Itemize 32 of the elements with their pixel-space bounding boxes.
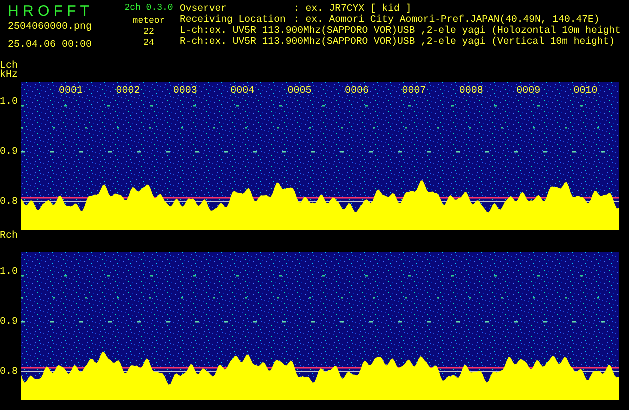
time-label: 0007: [402, 86, 426, 97]
axis-tick-label: 1.0: [0, 98, 20, 108]
unit-label: kHz: [0, 71, 20, 80]
count-label: meteor: [132, 16, 166, 27]
time-label: 0008: [459, 86, 484, 97]
axis-tick-label: 0.8: [0, 368, 20, 378]
channel-info: L-ch:ex. UV5R 113.900Mhz(SAPPORO VOR)USB ,2-ele yagi (Holozontal 10m height: [180, 25, 621, 36]
channel-info: R-ch:ex. UV5R 113.900Mhz(SAPPORO VOR)USB ,2-ele yagi (Vertical 10m height): [180, 36, 616, 47]
meteor-count: 22: [144, 27, 154, 38]
channel-label: Rch: [0, 232, 20, 241]
time-label: 0010: [574, 86, 598, 97]
axis-tick-label: 0.9: [0, 148, 20, 158]
time-label: 0005: [288, 86, 312, 97]
time-label: 0006: [345, 86, 369, 97]
time-label: 0009: [516, 86, 541, 97]
axis-tick-label: 1.0: [0, 268, 20, 278]
meteor-count: 24: [144, 38, 154, 49]
date-time: 25.04.06 00:00: [8, 40, 94, 52]
time-label: 0003: [173, 86, 198, 97]
channel-label: Lch: [0, 62, 20, 71]
info-label: Ovserver: [180, 3, 228, 14]
info-value: : ex. Aomori City Aomori-Pref.JAPAN(40.49N, 140.47E): [294, 14, 600, 25]
axis-tick-label: 0.8: [0, 198, 20, 208]
time-label: 0001: [59, 86, 83, 97]
version-label: 2ch 0.3.0: [124, 3, 174, 14]
time-label: 0002: [116, 86, 140, 97]
time-label: 0004: [230, 86, 255, 97]
info-value: : ex. JR7CYX [ kid ]: [294, 3, 412, 14]
axis-tick-label: 0.9: [0, 318, 20, 328]
file-name: 2504060000.png: [8, 22, 94, 34]
info-label: Receiving Location: [180, 14, 287, 25]
app-title: H R O F F T: [8, 3, 90, 20]
